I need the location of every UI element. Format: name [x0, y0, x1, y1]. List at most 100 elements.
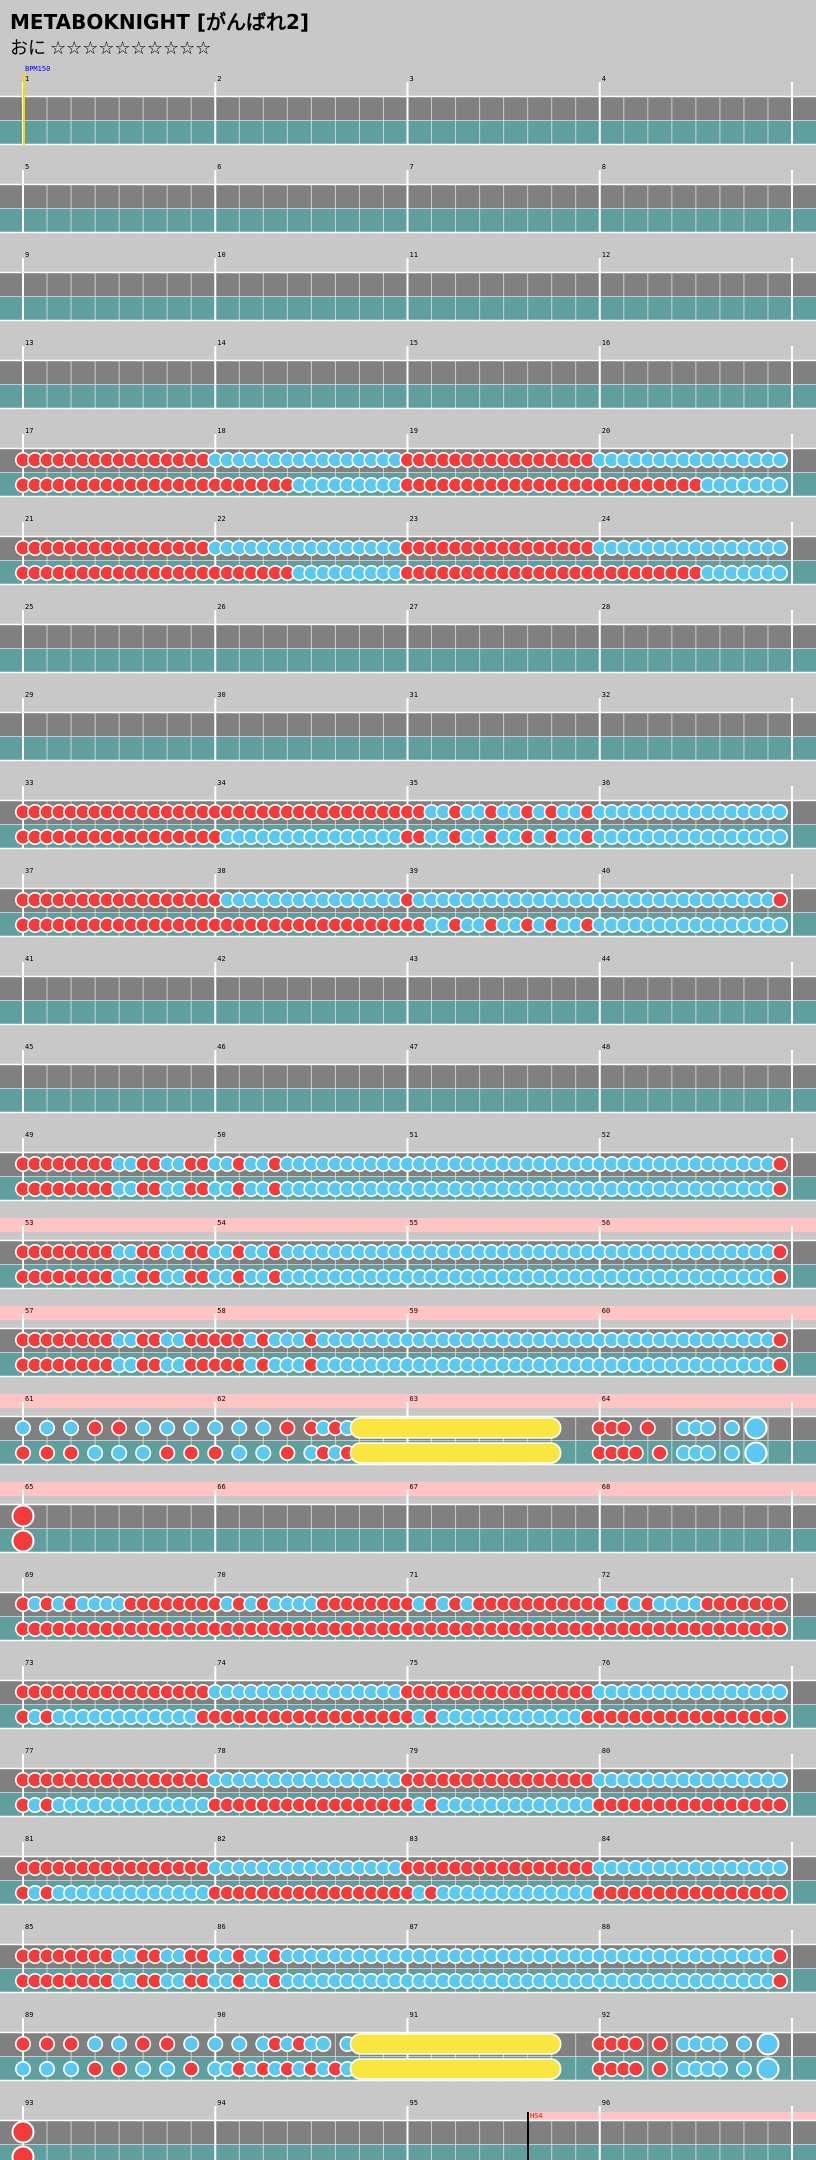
don-note [627, 1445, 644, 1462]
scroll-marker-label: HS4 [530, 2112, 543, 2120]
measure-number: 52 [602, 1131, 610, 1139]
measure-number: 27 [410, 603, 418, 611]
don-note [63, 2036, 80, 2053]
don-note [159, 1445, 176, 1462]
bpm-marker-label: BPM150 [25, 65, 50, 73]
measure-number: 48 [602, 1043, 610, 1051]
ka-note [699, 1445, 716, 1462]
measure-number: 94 [217, 2099, 225, 2107]
don-note [771, 1156, 788, 1173]
measure-number: 29 [25, 691, 33, 699]
ka-note [15, 2061, 31, 2078]
measure-number: 36 [602, 779, 610, 787]
ka-note [207, 1420, 224, 1437]
drumroll-bar [349, 1442, 562, 1464]
don-note [771, 1948, 788, 1965]
ka-note [735, 2036, 752, 2053]
measure-number: 69 [25, 1571, 33, 1579]
don-note [39, 1445, 56, 1462]
measure-number: 53 [25, 1219, 33, 1227]
measure-number: 43 [410, 955, 418, 963]
don-note [627, 2061, 644, 2078]
big-don-note [11, 2145, 35, 2160]
measure-number: 92 [602, 2011, 610, 2019]
don-note [63, 1445, 80, 1462]
measure-number: 2 [217, 75, 221, 83]
note-chart: 1 2 3 45 6 7 89 10 11 1213 14 15 1617 18 19 2021 22 23 242… [0, 65, 816, 2160]
drumroll-bar [349, 1417, 562, 1439]
don-note [771, 1973, 788, 1990]
measure-number: 70 [217, 1571, 225, 1579]
drumroll-bar [349, 2033, 562, 2055]
don-note [771, 1332, 788, 1349]
measure-number: 54 [217, 1219, 225, 1227]
don-note [639, 1420, 656, 1437]
ka-note [711, 2061, 728, 2078]
measure-number: 15 [410, 339, 418, 347]
ka-note [159, 2061, 176, 2078]
measure-number: 76 [602, 1659, 610, 1667]
don-note [135, 2036, 152, 2053]
measure-number: 83 [410, 1835, 418, 1843]
big-ka-note [744, 1441, 768, 1465]
measure-number: 80 [602, 1747, 610, 1755]
ka-note [111, 1445, 128, 1462]
measure-number: 45 [25, 1043, 33, 1051]
don-note [771, 1244, 788, 1261]
ka-note [771, 916, 788, 933]
measure-number: 8 [602, 163, 606, 171]
measure-number: 64 [602, 1395, 610, 1403]
measure-number: 18 [217, 427, 225, 435]
ka-note [231, 1420, 248, 1437]
measure-number: 9 [25, 251, 29, 259]
ka-note [699, 1420, 716, 1437]
drumroll-bar [349, 2058, 562, 2080]
measure-number: 44 [602, 955, 610, 963]
ka-note [207, 2036, 224, 2053]
ka-note [135, 1445, 152, 1462]
measure-number: 89 [25, 2011, 33, 2019]
don-note [183, 1445, 200, 1462]
don-note [771, 1596, 788, 1613]
measure-number: 73 [25, 1659, 33, 1667]
measure-number: 21 [25, 515, 33, 523]
measure-number: 34 [217, 779, 225, 787]
measure-number: 56 [602, 1219, 610, 1227]
ka-note [63, 1420, 80, 1437]
ka-note [771, 803, 788, 820]
ka-note [723, 1445, 740, 1462]
measure-number: 7 [410, 163, 414, 171]
ka-note [255, 1445, 272, 1462]
ka-note [711, 2036, 728, 2053]
measure-number: 1 [25, 75, 29, 83]
measure-number: 51 [410, 1131, 418, 1139]
don-note [279, 1420, 296, 1437]
measure-number: 6 [217, 163, 221, 171]
ka-note [111, 2036, 128, 2053]
ka-note [771, 1860, 788, 1877]
don-note [627, 2036, 644, 2053]
don-note [771, 891, 788, 908]
don-note [39, 2036, 56, 2053]
measure-number: 82 [217, 1835, 225, 1843]
don-note [87, 1420, 104, 1437]
don-note [15, 2036, 31, 2053]
measure-number: 71 [410, 1571, 418, 1579]
measure-number: 46 [217, 1043, 225, 1051]
big-ka-note [756, 2032, 780, 2056]
measure-number: 5 [25, 163, 29, 171]
measure-number: 13 [25, 339, 33, 347]
measure-number: 42 [217, 955, 225, 963]
don-note [15, 1445, 31, 1462]
ka-note [135, 1420, 152, 1437]
ka-note [723, 1420, 740, 1437]
ka-note [135, 2061, 152, 2078]
ka-note [771, 564, 788, 581]
measure-number: 32 [602, 691, 610, 699]
don-note [159, 2036, 176, 2053]
measure-number: 3 [410, 75, 414, 83]
ka-note [771, 476, 788, 493]
measure-number: 20 [602, 427, 610, 435]
ka-note [183, 1420, 200, 1437]
measure-number: 63 [410, 1395, 418, 1403]
